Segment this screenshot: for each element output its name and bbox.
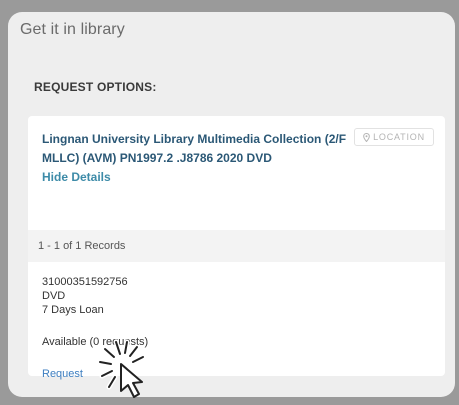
request-options-heading: REQUEST OPTIONS: <box>34 80 157 94</box>
records-bar: 1 - 1 of 1 Records <box>28 230 445 262</box>
location-button[interactable]: LOCATION <box>354 128 434 146</box>
records-count: 1 - 1 of 1 Records <box>38 240 126 252</box>
panel-title: Get it in library <box>20 21 125 38</box>
item-loan-policy: 7 Days Loan <box>42 304 104 316</box>
location-button-label: LOCATION <box>373 132 425 142</box>
request-link[interactable]: Request <box>42 368 83 380</box>
holding-location-text: Lingnan University Library Multimedia Co… <box>42 132 347 165</box>
get-it-in-library-panel: Get it in library REQUEST OPTIONS: Lingn… <box>8 12 455 397</box>
item-barcode: 31000351592756 <box>42 276 128 288</box>
holding-card: Lingnan University Library Multimedia Co… <box>28 116 445 380</box>
map-pin-icon <box>363 132 370 142</box>
item-type: DVD <box>42 290 66 302</box>
hide-details-link[interactable]: Hide Details <box>42 170 111 184</box>
pointer-cursor-click-icon <box>90 338 160 400</box>
